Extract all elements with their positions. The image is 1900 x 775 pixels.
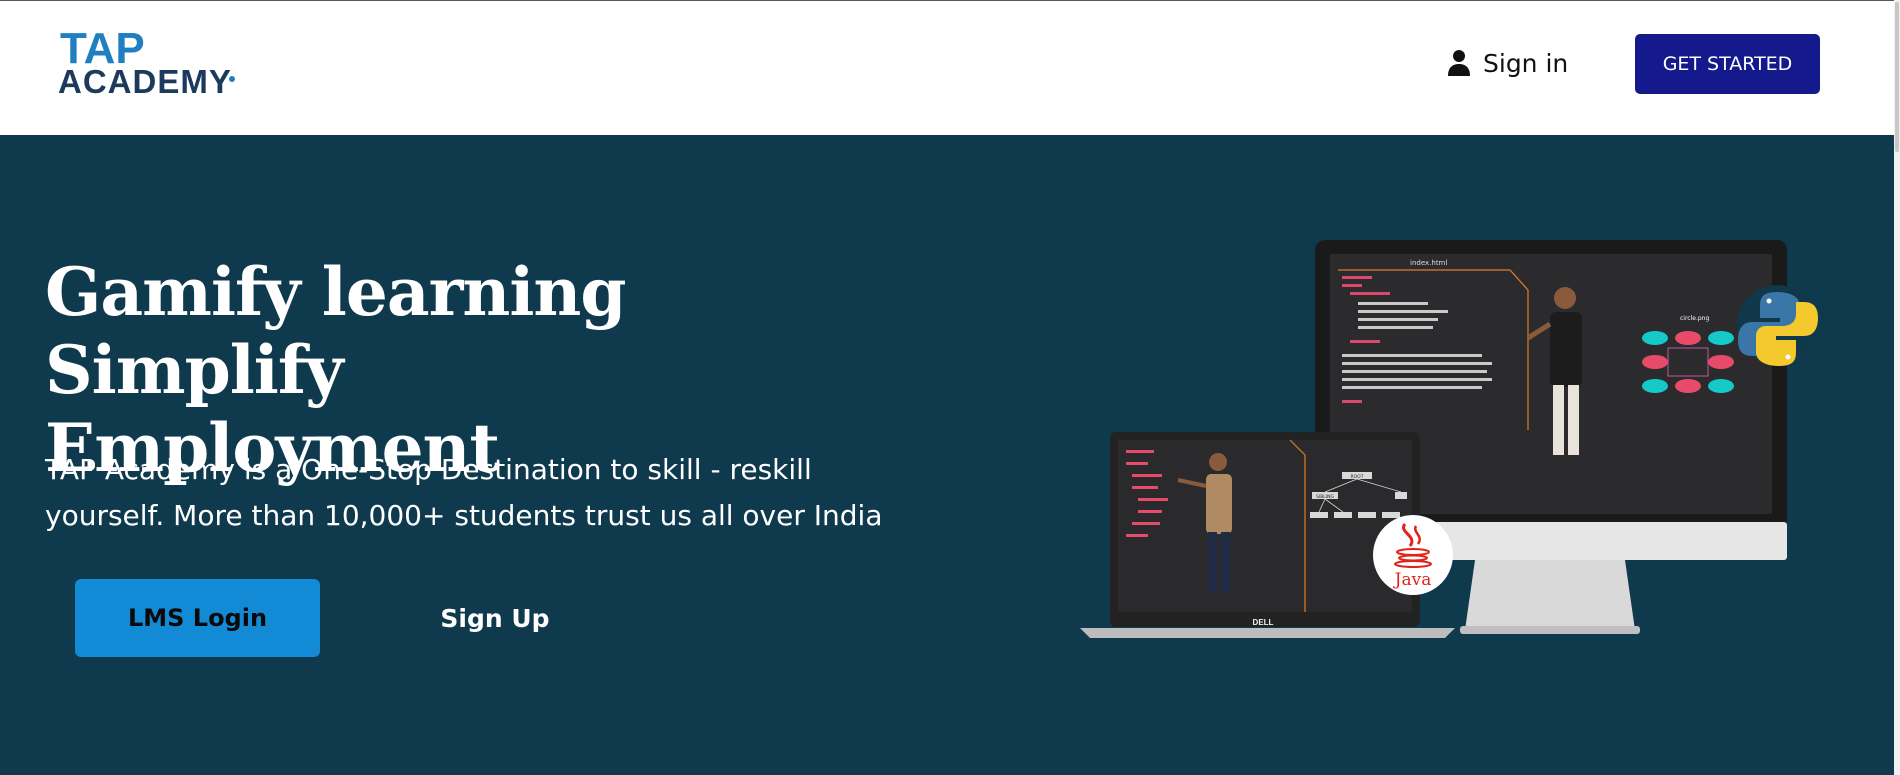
page-scrollbar[interactable] [1894, 0, 1900, 775]
devices-illustration: index.html circle.png DELL ROOT SIBLING … [1080, 240, 1818, 638]
site-header: TAP ACADEMY Sign in GET STARTED [0, 1, 1900, 135]
laptop-brand-label: DELL [1253, 618, 1274, 627]
sign-in-label: Sign in [1483, 48, 1569, 78]
user-icon [1448, 50, 1470, 76]
hero-subtitle-line2: yourself. More than 10,000+ students tru… [45, 499, 883, 532]
java-logo: Java [1373, 515, 1453, 595]
python-logo [1737, 285, 1818, 366]
hero-subtitle: TAP Academy is a One-Stop Destination to… [45, 447, 945, 539]
lms-login-button[interactable]: LMS Login [75, 579, 320, 657]
scrollbar-thumb[interactable] [1895, 2, 1899, 152]
monitor-tab-label: index.html [1410, 259, 1447, 267]
hero-section: Gamify learning Simplify Employment TAP … [0, 135, 1894, 775]
sign-in-link[interactable]: Sign in [1447, 45, 1568, 81]
diagram-title: circle.png [1680, 315, 1709, 322]
sign-up-button[interactable]: Sign Up [420, 579, 570, 657]
laptop: DELL ROOT SIBLING Java [1080, 432, 1455, 638]
get-started-button[interactable]: GET STARTED [1635, 34, 1820, 94]
tap-academy-logo[interactable]: TAP ACADEMY [58, 23, 303, 99]
hero-subtitle-line1: TAP Academy is a One-Stop Destination to… [45, 453, 812, 486]
java-label: Java [1393, 570, 1432, 590]
logo-dot [229, 76, 235, 82]
hero-title-line1: Gamify learning Simplify [45, 253, 627, 409]
logo-line2: ACADEMY [58, 63, 232, 99]
